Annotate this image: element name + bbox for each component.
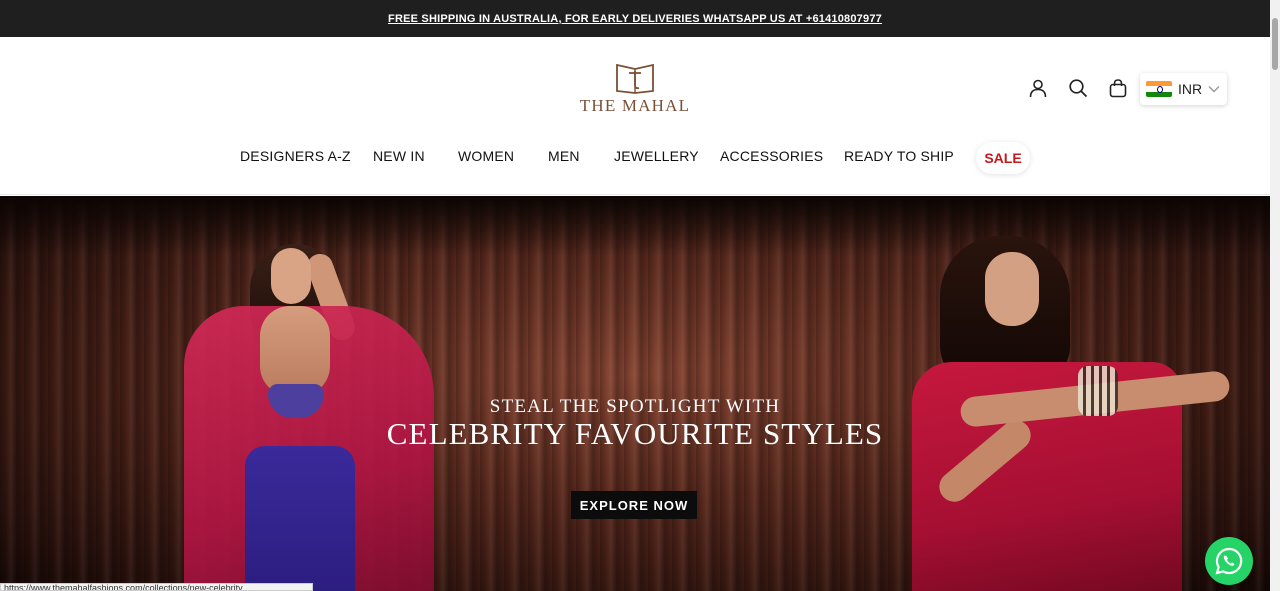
announcement-text[interactable]: FREE SHIPPING IN AUSTRALIA, FOR EARLY DE…: [388, 13, 882, 25]
hero-heading: CELEBRITY FAVOURITE STYLES: [386, 416, 884, 451]
nav-jewellery[interactable]: JEWELLERY: [614, 148, 699, 164]
india-flag-icon: [1146, 81, 1172, 97]
currency-code: INR: [1178, 81, 1203, 97]
nav-new-in[interactable]: NEW IN: [373, 148, 425, 164]
nav-women[interactable]: WOMEN: [458, 148, 514, 164]
main-nav: DESIGNERS A-Z NEW IN WOMEN MEN JEWELLERY…: [0, 148, 1270, 168]
logo[interactable]: THE MAHAL: [578, 59, 692, 119]
whatsapp-button[interactable]: [1205, 537, 1253, 585]
nav-accessories[interactable]: ACCESSORIES: [720, 148, 823, 164]
link-status-url: https://www.themahalfashions.com/collect…: [0, 583, 313, 591]
nav-men[interactable]: MEN: [548, 148, 580, 164]
whatsapp-icon: [1215, 547, 1243, 575]
logo-text: THE MAHAL: [579, 96, 691, 115]
hero-model-left-skirt: [245, 446, 355, 591]
explore-now-button[interactable]: EXPLORE NOW: [571, 491, 697, 519]
hero-model-left-face: [271, 248, 311, 304]
search-icon[interactable]: [1067, 77, 1089, 99]
announcement-bar: FREE SHIPPING IN AUSTRALIA, FOR EARLY DE…: [0, 0, 1270, 37]
currency-selector[interactable]: INR: [1140, 73, 1227, 105]
nav-sale-button[interactable]: SALE: [976, 142, 1030, 174]
header-icons: [1027, 77, 1147, 99]
hero-model-left-torso: [260, 306, 330, 396]
hero-subheading: STEAL THE SPOTLIGHT WITH: [489, 396, 781, 417]
hero-model-right-face: [985, 252, 1039, 326]
chevron-down-icon: [1208, 86, 1220, 93]
hero-banner[interactable]: STEAL THE SPOTLIGHT WITH CELEBRITY FAVOU…: [0, 196, 1270, 591]
page-scrollbar[interactable]: [1270, 0, 1280, 591]
cart-icon[interactable]: [1107, 77, 1129, 99]
site-header: THE MAHAL INR DESIGNERS A-Z NEW IN WOMEN…: [0, 37, 1270, 195]
account-icon[interactable]: [1027, 77, 1049, 99]
nav-designers-a-z[interactable]: DESIGNERS A-Z: [240, 148, 351, 164]
scrollbar-thumb[interactable]: [1272, 18, 1278, 70]
nav-ready-to-ship[interactable]: READY TO SHIP: [844, 148, 954, 164]
logo-mark-icon: [616, 63, 654, 94]
